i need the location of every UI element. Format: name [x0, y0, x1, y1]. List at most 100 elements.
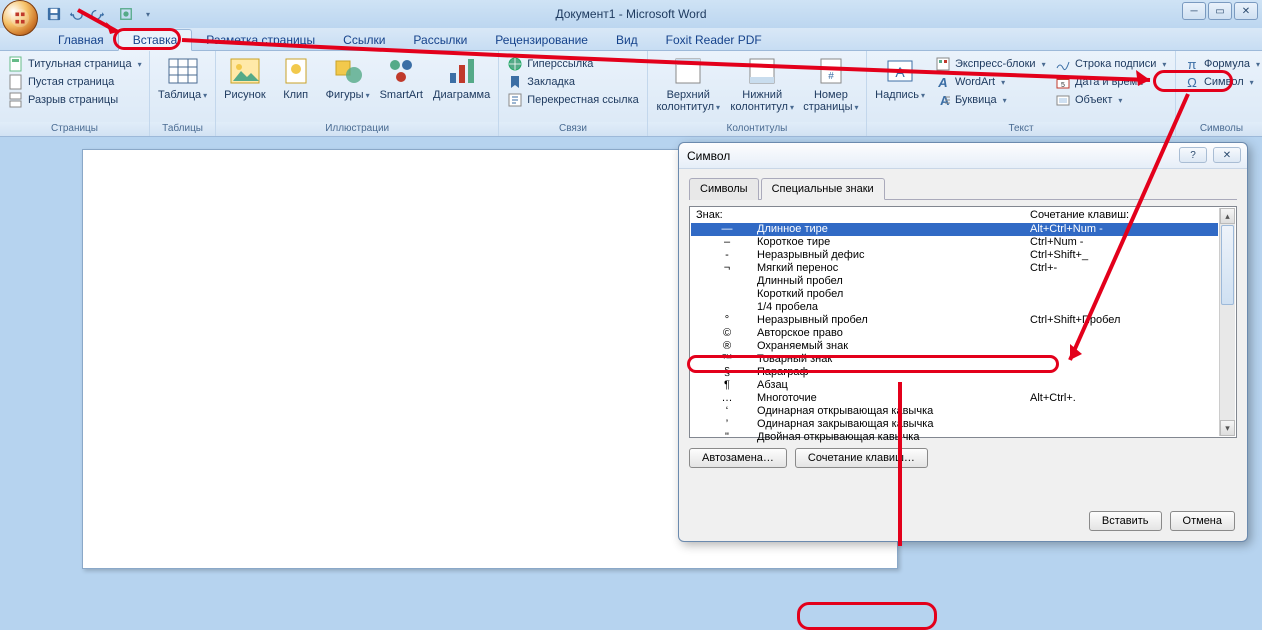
page-break-button[interactable]: Разрыв страницы: [4, 91, 146, 109]
group-pages-label: Страницы: [0, 122, 149, 136]
list-item[interactable]: °Неразрывный пробелCtrl+Shift+Пробел: [691, 314, 1218, 327]
textbox-button[interactable]: AНадпись▾: [871, 53, 929, 103]
list-item[interactable]: ’Одинарная закрывающая кавычка: [691, 418, 1218, 431]
chart-icon: [446, 55, 478, 87]
clip-button[interactable]: Клип: [272, 53, 320, 103]
tab-insert[interactable]: Вставка: [118, 29, 193, 51]
table-button[interactable]: Таблица▾: [154, 53, 211, 103]
dropcap-label: Буквица: [955, 94, 997, 106]
smartart-label: SmartArt: [380, 89, 423, 101]
col-shortcut-label: Сочетание клавиш:: [1030, 209, 1230, 221]
footer-button[interactable]: Нижний колонтитул▾: [727, 53, 798, 115]
chart-button[interactable]: Диаграмма: [429, 53, 494, 103]
header-label: Верхний колонтитул: [656, 89, 714, 113]
tab-home[interactable]: Главная: [44, 30, 118, 50]
list-item[interactable]: Длинный пробел: [691, 275, 1218, 288]
list-item[interactable]: ™Товарный знак: [691, 353, 1218, 366]
group-headers: Верхний колонтитул▾ Нижний колонтитул▾ #…: [648, 51, 867, 136]
bookmark-icon: [507, 74, 523, 90]
cover-page-button[interactable]: Титульная страница▾: [4, 55, 146, 73]
scroll-up-button[interactable]: ▴: [1220, 208, 1235, 224]
scroll-thumb[interactable]: [1221, 225, 1234, 305]
list-item[interactable]: Короткий пробел: [691, 288, 1218, 301]
datetime-button[interactable]: 5Дата и время: [1051, 73, 1171, 91]
dialog-close-button[interactable]: ✕: [1213, 147, 1241, 163]
list-item[interactable]: —Длинное тиреAlt+Ctrl+Num -: [691, 223, 1218, 236]
quickparts-icon: [935, 56, 951, 72]
list-item[interactable]: ¶Абзац: [691, 379, 1218, 392]
scroll-down-button[interactable]: ▾: [1220, 420, 1235, 436]
pagenum-button[interactable]: #Номер страницы▾: [800, 53, 862, 115]
tab-mail[interactable]: Рассылки: [399, 30, 481, 50]
dropcap-button[interactable]: AБуквица▾: [931, 91, 1049, 109]
titlebar: ▾ Документ1 - Microsoft Word ─ ▭ ✕: [0, 0, 1262, 28]
clip-label: Клип: [283, 89, 308, 101]
redo-icon[interactable]: [88, 4, 108, 24]
close-button[interactable]: ✕: [1234, 2, 1258, 20]
window-title: Документ1 - Microsoft Word: [555, 7, 706, 21]
pi-icon: π: [1184, 56, 1200, 72]
chart-label: Диаграмма: [433, 89, 490, 101]
group-symbols-label: Символы: [1176, 122, 1262, 136]
dialog-help-button[interactable]: ?: [1179, 147, 1207, 163]
wordart-button[interactable]: AWordArt▾: [931, 73, 1049, 91]
symbol-label: Символ: [1204, 76, 1244, 88]
smartart-button[interactable]: SmartArt: [376, 53, 427, 103]
custom-icon[interactable]: [116, 4, 136, 24]
symbol-button[interactable]: ΩСимвол▾: [1180, 73, 1262, 91]
list-item[interactable]: ®Охраняемый знак: [691, 340, 1218, 353]
list-item[interactable]: 1/4 пробела: [691, 301, 1218, 314]
dlg-tab-symbols[interactable]: Символы: [689, 178, 759, 200]
group-text: AНадпись▾ Экспресс-блоки▾ AWordArt▾ AБук…: [867, 51, 1176, 136]
sigline-button[interactable]: Строка подписи▾: [1051, 55, 1171, 73]
list-item[interactable]: "Двойная открывающая кавычка: [691, 431, 1218, 444]
list-item[interactable]: ©Авторское право: [691, 327, 1218, 340]
shortcut-key-button[interactable]: Сочетание клавиш…: [795, 448, 928, 468]
list-header: Знак: Сочетание клавиш:: [690, 207, 1236, 223]
minimize-button[interactable]: ─: [1182, 2, 1206, 20]
dlg-tab-special[interactable]: Специальные знаки: [761, 178, 885, 200]
autocorrect-button[interactable]: Автозамена…: [689, 448, 787, 468]
undo-icon[interactable]: [66, 4, 86, 24]
blank-page-button[interactable]: Пустая страница: [4, 73, 146, 91]
quickparts-button[interactable]: Экспресс-блоки▾: [931, 55, 1049, 73]
symbol-dialog: Символ ? ✕ Символы Специальные знаки Зна…: [678, 142, 1248, 542]
picture-button[interactable]: Рисунок: [220, 53, 270, 103]
list-item[interactable]: –Короткое тиреCtrl+Num -: [691, 236, 1218, 249]
shapes-button[interactable]: Фигуры▾: [322, 53, 374, 103]
tab-review[interactable]: Рецензирование: [481, 30, 602, 50]
list-item[interactable]: -Неразрывный дефисCtrl+Shift+_: [691, 249, 1218, 262]
group-illustrations: Рисунок Клип Фигуры▾ SmartArt Диаграмма …: [216, 51, 499, 136]
tab-layout[interactable]: Разметка страницы: [192, 30, 329, 50]
clip-icon: [280, 55, 312, 87]
maximize-button[interactable]: ▭: [1208, 2, 1232, 20]
cancel-button[interactable]: Отмена: [1170, 511, 1235, 531]
list-item[interactable]: §Параграф: [691, 366, 1218, 379]
dialog-titlebar[interactable]: Символ ? ✕: [679, 143, 1247, 169]
group-links: Гиперссылка Закладка Перекрестная ссылка…: [499, 51, 648, 136]
equation-button[interactable]: πФормула▾: [1180, 55, 1262, 73]
list-item[interactable]: ‘Одинарная открывающая кавычка: [691, 405, 1218, 418]
list-item[interactable]: ¬Мягкий переносCtrl+-: [691, 262, 1218, 275]
tab-refs[interactable]: Ссылки: [329, 30, 399, 50]
save-icon[interactable]: [44, 4, 64, 24]
tab-view[interactable]: Вид: [602, 30, 652, 50]
header-button[interactable]: Верхний колонтитул▾: [652, 53, 725, 115]
insert-button[interactable]: Вставить: [1089, 511, 1162, 531]
hyperlink-button[interactable]: Гиперссылка: [503, 55, 643, 73]
list-scrollbar[interactable]: ▴ ▾: [1219, 208, 1235, 436]
svg-text:A: A: [937, 75, 947, 90]
list-item[interactable]: …МноготочиеAlt+Ctrl+.: [691, 392, 1218, 405]
object-button[interactable]: Объект▾: [1051, 91, 1171, 109]
annotation-oval-shortcut: [797, 602, 937, 630]
bookmark-button[interactable]: Закладка: [503, 73, 643, 91]
office-button[interactable]: [2, 0, 38, 36]
blank-page-icon: [8, 74, 24, 90]
qat-customize-icon[interactable]: ▾: [138, 4, 158, 24]
crossref-button[interactable]: Перекрестная ссылка: [503, 91, 643, 109]
group-links-label: Связи: [499, 122, 647, 136]
crossref-icon: [507, 92, 523, 108]
tab-foxit[interactable]: Foxit Reader PDF: [652, 30, 776, 50]
quickparts-label: Экспресс-блоки: [955, 58, 1036, 70]
picture-icon: [229, 55, 261, 87]
